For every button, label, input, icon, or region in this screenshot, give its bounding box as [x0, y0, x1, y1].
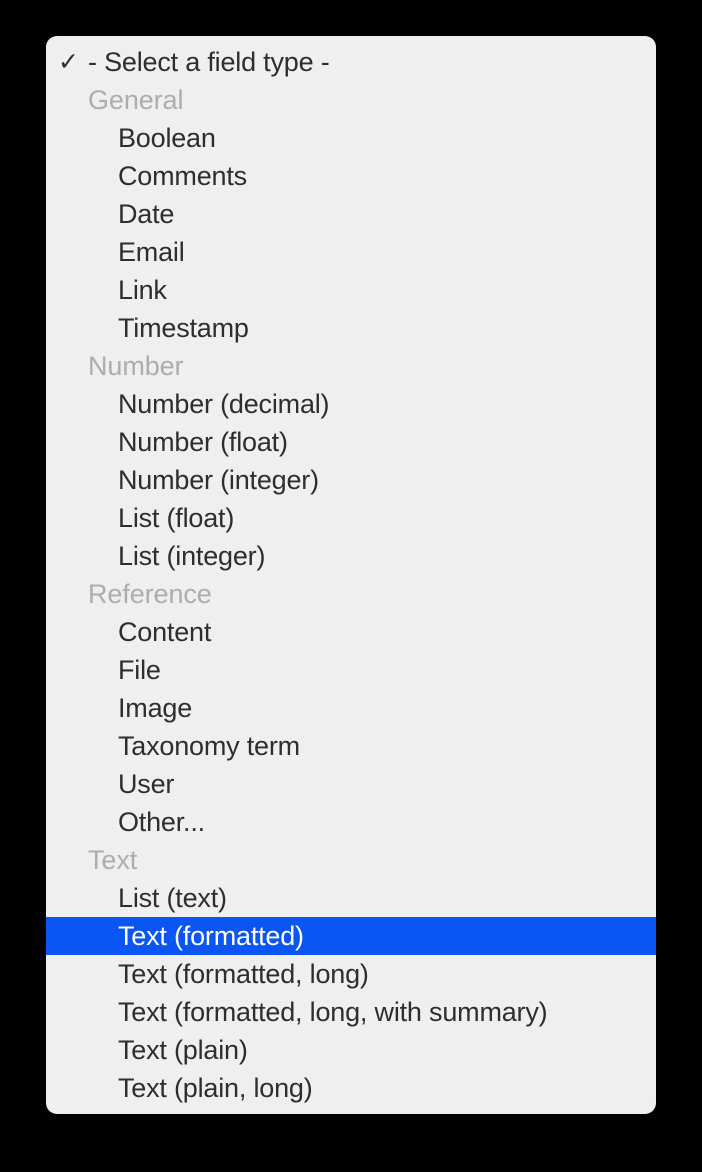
menu-group-header-reference: Reference	[88, 579, 212, 609]
menu-item-selected-placeholder[interactable]: ✓ - Select a field type -	[46, 43, 656, 81]
menu-item-taxonomy-term[interactable]: Taxonomy term	[46, 727, 656, 765]
menu-item-timestamp[interactable]: Timestamp	[46, 309, 656, 347]
menu-item-comments[interactable]: Comments	[46, 157, 656, 195]
menu-item-text-plain[interactable]: Text (plain)	[46, 1031, 656, 1069]
menu-group-header-number: Number	[88, 351, 184, 381]
field-type-dropdown-menu[interactable]: ✓ - Select a field type - General Boolean…	[46, 36, 656, 1114]
menu-item-text-plain-long[interactable]: Text (plain, long)	[46, 1069, 656, 1107]
menu-item-label: - Select a field type -	[88, 47, 330, 77]
menu-item-image[interactable]: Image	[46, 689, 656, 727]
menu-item-text-formatted-long[interactable]: Text (formatted, long)	[46, 955, 656, 993]
menu-item-number-integer[interactable]: Number (integer)	[46, 461, 656, 499]
checkmark-icon: ✓	[58, 48, 79, 76]
menu-item-email[interactable]: Email	[46, 233, 656, 271]
menu-item-text-formatted-long-with-summary[interactable]: Text (formatted, long, with summary)	[46, 993, 656, 1031]
menu-group-header-text: Text	[88, 845, 138, 875]
menu-item-list-integer[interactable]: List (integer)	[46, 537, 656, 575]
menu-item-text-formatted[interactable]: Text (formatted)	[46, 917, 656, 955]
menu-item-user[interactable]: User	[46, 765, 656, 803]
menu-item-content[interactable]: Content	[46, 613, 656, 651]
screen: ✓ - Select a field type - General Boolean…	[0, 0, 702, 1172]
menu-item-date[interactable]: Date	[46, 195, 656, 233]
menu-item-boolean[interactable]: Boolean	[46, 119, 656, 157]
menu-item-link[interactable]: Link	[46, 271, 656, 309]
menu-item-list-text[interactable]: List (text)	[46, 879, 656, 917]
menu-rows: General Boolean Comments Date Email Link Times…	[46, 81, 656, 1107]
menu-item-number-decimal[interactable]: Number (decimal)	[46, 385, 656, 423]
menu-item-file[interactable]: File	[46, 651, 656, 689]
menu-item-number-float[interactable]: Number (float)	[46, 423, 656, 461]
menu-item-other[interactable]: Other...	[46, 803, 656, 841]
menu-item-list-float[interactable]: List (float)	[46, 499, 656, 537]
menu-group-header-general: General	[88, 85, 184, 115]
